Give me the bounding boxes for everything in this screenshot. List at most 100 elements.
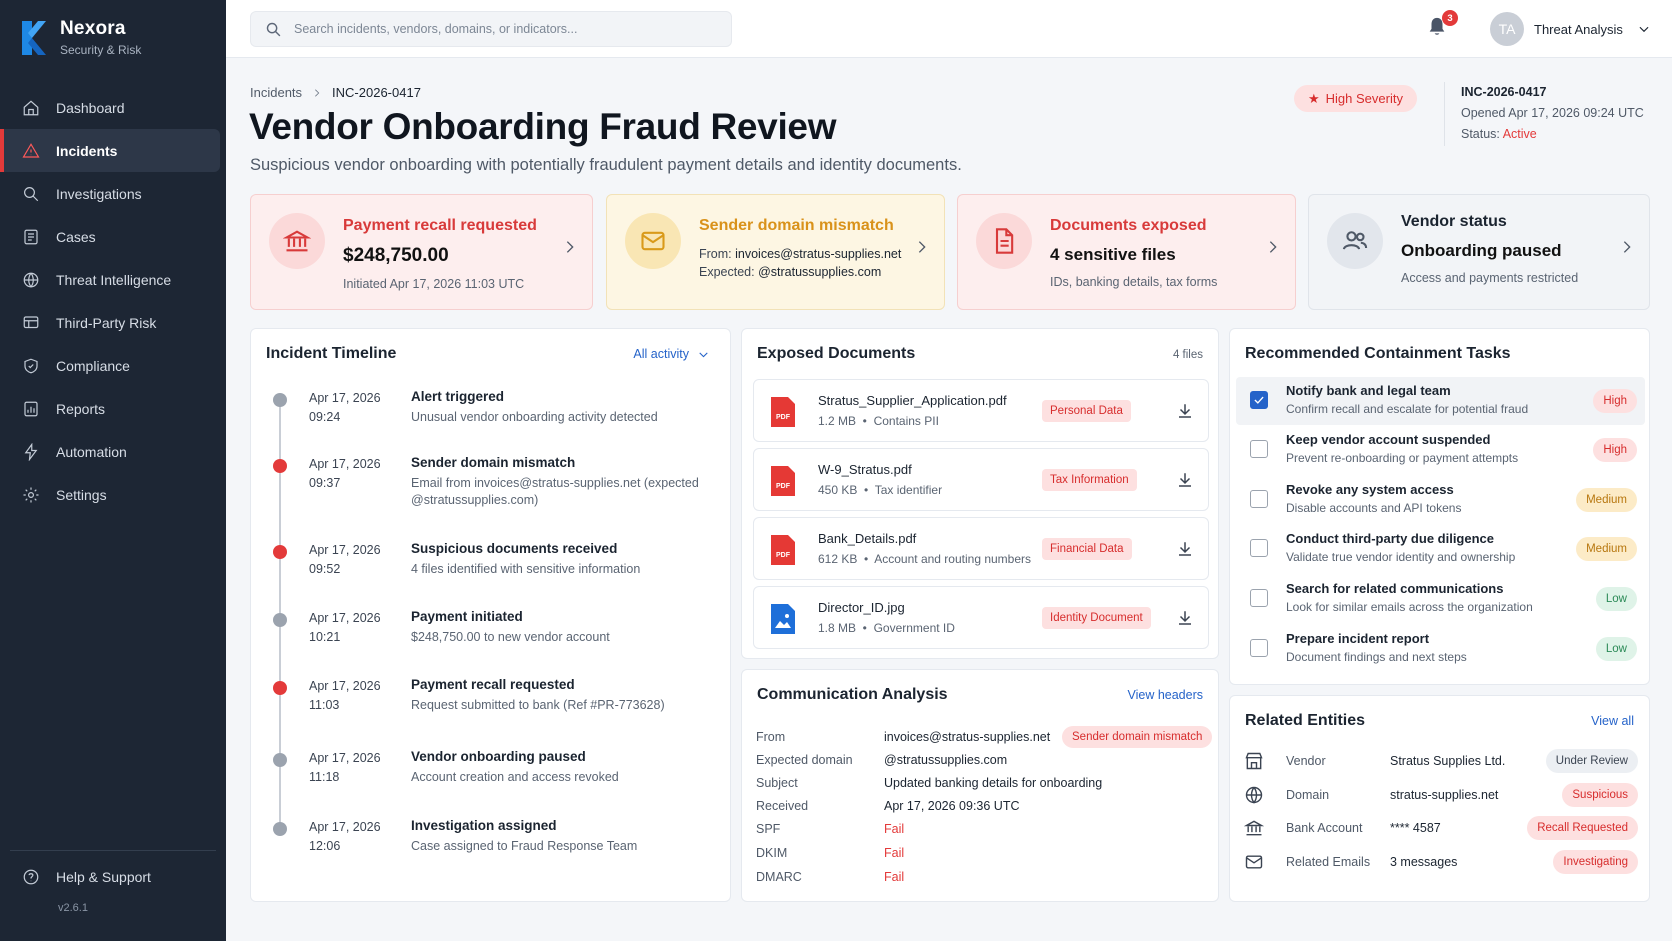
view-all-link[interactable]: View all: [1591, 714, 1634, 728]
help-support-link[interactable]: Help & Support: [22, 868, 151, 886]
svg-text:PDF: PDF: [776, 414, 791, 421]
pdf-file-icon: PDF: [771, 397, 795, 427]
task-checkbox[interactable]: [1250, 639, 1268, 657]
search-bar[interactable]: [250, 11, 732, 47]
entity-type: Bank Account: [1286, 821, 1363, 835]
sidebar-item-dashboard[interactable]: Dashboard: [0, 86, 226, 129]
document-row[interactable]: PDF W-9_Stratus.pdf 450 KB • Tax identif…: [753, 448, 1209, 511]
filter-label: All activity: [633, 347, 689, 361]
task-item[interactable]: Prepare incident report Document finding…: [1236, 625, 1645, 673]
task-checkbox[interactable]: [1250, 440, 1268, 458]
download-button[interactable]: [1176, 540, 1194, 558]
entity-status-badge: Under Review: [1545, 749, 1638, 773]
task-item[interactable]: Revoke any system access Disable account…: [1236, 476, 1645, 524]
brand[interactable]: Nexora Security & Risk: [20, 18, 141, 57]
payment-recall-card[interactable]: Payment recall requested $248,750.00 Ini…: [250, 194, 593, 310]
sidebar-item-reports[interactable]: Reports: [0, 387, 226, 430]
sidebar-item-settings[interactable]: Settings: [0, 473, 226, 516]
vendor-status-card[interactable]: Vendor status Onboarding paused Access a…: [1308, 194, 1650, 310]
timeline-title: Vendor onboarding paused: [411, 749, 586, 764]
timeline-desc: Email from invoices@stratus-supplies.net…: [411, 476, 699, 507]
svg-text:PDF: PDF: [776, 483, 791, 490]
entity-row[interactable]: Domain stratus-supplies.net Suspicious: [1244, 780, 1638, 810]
status-value: Active: [1502, 127, 1537, 141]
sender-mismatch-card[interactable]: Sender domain mismatch From: invoices@st…: [606, 194, 945, 310]
sidebar-item-label: Automation: [56, 443, 127, 460]
timeline-desc: Case assigned to Fraud Response Team: [411, 839, 638, 853]
comm-label: DMARC: [756, 870, 802, 884]
comm-row: Subject Updated banking details for onbo…: [756, 776, 1102, 790]
app-name: Nexora: [60, 18, 126, 39]
help-label: Help & Support: [56, 869, 151, 885]
timeline-datetime: Apr 17, 2026 10:21: [309, 611, 381, 644]
bank-icon: [269, 213, 325, 269]
entity-value: Stratus Supplies Ltd.: [1390, 754, 1506, 768]
timeline-datetime: Apr 17, 2026 09:24: [309, 391, 381, 424]
sidebar-item-label: Incidents: [56, 142, 118, 159]
timeline-dot: [273, 613, 287, 627]
expected-value: @stratussupplies.com: [758, 265, 882, 279]
sidebar-item-cases[interactable]: Cases: [0, 215, 226, 258]
timeline-title: Alert triggered: [411, 389, 505, 404]
task-checkbox[interactable]: [1250, 539, 1268, 557]
comm-label: Subject: [756, 776, 798, 790]
sidebar-item-incidents[interactable]: Incidents: [0, 129, 220, 172]
breadcrumb-incidents-link[interactable]: Incidents: [250, 85, 302, 100]
comm-label: DKIM: [756, 846, 788, 860]
timeline-datetime: Apr 17, 2026 09:52: [309, 543, 381, 576]
panel-title: Exposed Documents: [757, 345, 916, 362]
notifications-button[interactable]: 3: [1426, 10, 1458, 42]
task-item[interactable]: Search for related communications Look f…: [1236, 575, 1645, 623]
timeline-desc: 4 files identified with sensitive inform…: [411, 562, 641, 576]
comm-value: Fail: [884, 846, 905, 860]
task-checkbox[interactable]: [1250, 391, 1268, 409]
entity-row[interactable]: Bank Account **** 4587 Recall Requested: [1243, 813, 1638, 843]
page-subtitle: Suspicious vendor onboarding with potent…: [250, 156, 962, 174]
download-button[interactable]: [1176, 402, 1194, 420]
task-item[interactable]: Conduct third-party due diligence Valida…: [1236, 525, 1645, 573]
task-item[interactable]: Keep vendor account suspended Prevent re…: [1236, 426, 1645, 474]
exposed-documents-panel: Exposed Documents 4 files PDF Stratus_Su…: [741, 328, 1219, 659]
documents-exposed-card[interactable]: Documents exposed 4 sensitive files IDs,…: [957, 194, 1296, 310]
from-value: invoices@stratus-supplies.net: [735, 247, 902, 261]
document-row[interactable]: PDF Bank_Details.pdf 612 KB • Account an…: [753, 517, 1209, 580]
avatar: TA: [1490, 12, 1524, 46]
user-menu[interactable]: TA Threat Analysis: [1490, 12, 1651, 46]
task-checkbox[interactable]: [1250, 490, 1268, 508]
task-title: Conduct third-party due diligence: [1286, 531, 1495, 546]
sidebar-item-threat-intelligence[interactable]: Threat Intelligence: [0, 258, 226, 301]
document-row[interactable]: Director_ID.jpg 1.8 MB • Government ID I…: [753, 586, 1209, 649]
search-input[interactable]: [294, 22, 714, 36]
sidebar-item-investigations[interactable]: Investigations: [0, 172, 226, 215]
timeline-dot: [273, 681, 287, 695]
gear-icon: [22, 486, 40, 504]
severity-label: High Severity: [1325, 91, 1403, 106]
sidebar-item-compliance[interactable]: Compliance: [0, 344, 226, 387]
download-button[interactable]: [1176, 609, 1194, 627]
task-checkbox[interactable]: [1250, 589, 1268, 607]
chevron-right-icon: [914, 239, 930, 255]
sidebar-divider: [10, 850, 216, 851]
entity-row[interactable]: Vendor Stratus Supplies Ltd. Under Revie…: [1244, 746, 1638, 776]
timeline-title: Payment initiated: [411, 609, 523, 624]
recall-amount: $248,750.00: [343, 245, 449, 266]
timeline-dot: [273, 753, 287, 767]
document-row[interactable]: PDF Stratus_Supplier_Application.pdf 1.2…: [753, 379, 1209, 442]
download-icon: [1179, 404, 1191, 418]
sidebar-item-automation[interactable]: Automation: [0, 430, 226, 473]
document-meta: 450 KB • Tax identifier: [818, 483, 943, 497]
view-headers-link[interactable]: View headers: [1127, 688, 1203, 702]
mail-icon: [625, 213, 681, 269]
download-button[interactable]: [1176, 471, 1194, 489]
timeline-desc: Request submitted to bank (Ref #PR-77362…: [411, 698, 665, 712]
app-version: v2.6.1: [58, 902, 88, 914]
task-item[interactable]: Notify bank and legal team Confirm recal…: [1236, 377, 1645, 425]
sidebar-item-label: Dashboard: [56, 99, 125, 116]
users-icon: [1327, 213, 1383, 269]
timeline-filter-dropdown[interactable]: All activity: [633, 347, 710, 361]
related-entities-panel: Related Entities View all Vendor Stratus…: [1229, 695, 1650, 902]
download-icon: [1179, 611, 1191, 625]
incident-id: INC-2026-0417: [1461, 85, 1547, 99]
entity-row[interactable]: Related Emails 3 messages Investigating: [1244, 847, 1638, 877]
sidebar-item-third-party-risk[interactable]: Third-Party Risk: [0, 301, 226, 344]
